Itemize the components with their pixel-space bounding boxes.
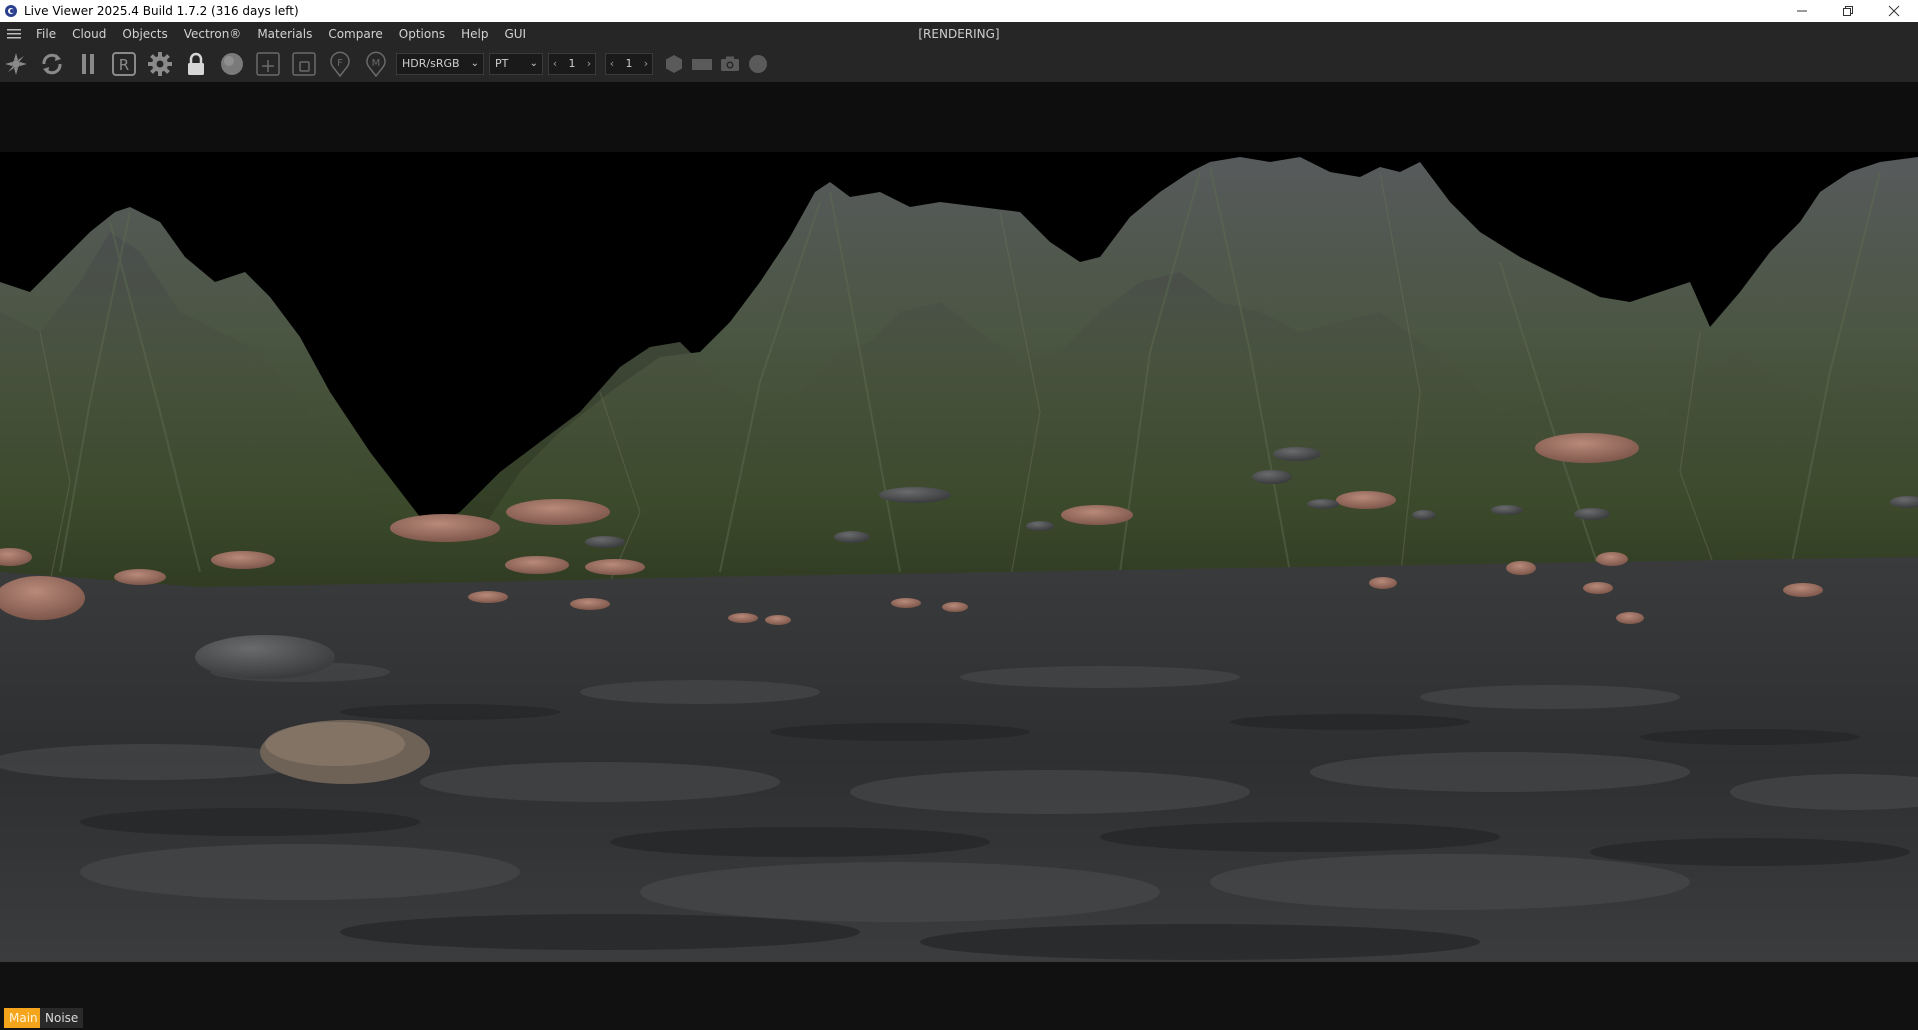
bottom-bar: Main Noise (0, 962, 1918, 1030)
pause-button[interactable] (73, 49, 103, 79)
hamburger-icon (7, 29, 21, 39)
focus-pin-button[interactable]: F (325, 49, 355, 79)
camera-button[interactable] (715, 49, 745, 79)
menu-compare[interactable]: Compare (320, 22, 390, 46)
chevron-right-icon[interactable]: › (583, 54, 595, 74)
hamburger-menu-button[interactable] (0, 22, 28, 46)
lock-icon (188, 52, 204, 75)
lock-button[interactable] (181, 49, 211, 79)
restore-button[interactable] (1826, 0, 1870, 22)
window-title: Live Viewer 2025.4 Build 1.7.2 (316 days… (24, 4, 299, 18)
circle-button[interactable] (743, 49, 773, 79)
settings-button[interactable] (145, 49, 175, 79)
tab-main[interactable]: Main (4, 1008, 43, 1028)
kernel-value: PT (495, 57, 509, 70)
settings-gear-icon (148, 52, 172, 76)
chevron-down-icon: ⌄ (529, 58, 538, 69)
app-logo-icon (5, 5, 17, 17)
minimize-icon (1797, 10, 1807, 12)
sphere-icon (221, 53, 243, 75)
stepper-1-value: 1 (568, 57, 576, 70)
render-image (0, 152, 1918, 962)
chevron-down-icon: ⌄ (470, 58, 479, 69)
spark-button[interactable] (1, 49, 31, 79)
kernel-select[interactable]: PT ⌄ (489, 53, 543, 75)
title-bar: Live Viewer 2025.4 Build 1.7.2 (316 days… (0, 0, 1918, 22)
frame-stepper-1[interactable]: ‹ 1 › (548, 53, 596, 75)
circle-icon (749, 55, 767, 73)
region-frame-icon (292, 52, 316, 76)
menu-help[interactable]: Help (453, 22, 496, 46)
add-frame-icon (256, 52, 280, 76)
menu-gui[interactable]: GUI (496, 22, 534, 46)
restore-icon (1843, 6, 1853, 16)
rectangle-button[interactable] (687, 49, 717, 79)
material-pin-letter: M (372, 58, 381, 69)
spark-icon (5, 53, 27, 75)
render-viewport[interactable] (0, 82, 1918, 962)
render-region-icon: R (112, 52, 136, 76)
focus-pin-icon: F (330, 51, 350, 77)
tab-noise[interactable]: Noise (40, 1008, 84, 1028)
render-region-letter: R (119, 56, 129, 74)
focus-pin-letter: F (337, 58, 343, 69)
material-pin-button[interactable]: M (361, 49, 391, 79)
camera-icon (721, 56, 739, 71)
colorspace-select[interactable]: HDR/sRGB ⌄ (396, 53, 484, 75)
hexagon-icon (666, 55, 682, 73)
material-pin-icon: M (366, 51, 386, 77)
menu-bar: [RENDERING] File Cloud Objects Vectron® … (0, 22, 1918, 46)
refresh-icon (42, 53, 62, 75)
render-region-button[interactable]: R (109, 49, 139, 79)
menu-objects[interactable]: Objects (114, 22, 175, 46)
stepper-2-value: 1 (625, 57, 633, 70)
close-icon (1888, 5, 1900, 17)
menu-file[interactable]: File (28, 22, 64, 46)
menu-cloud[interactable]: Cloud (64, 22, 114, 46)
menu-vectron[interactable]: Vectron® (176, 22, 250, 46)
chevron-right-icon[interactable]: › (640, 54, 652, 74)
refresh-button[interactable] (37, 49, 67, 79)
close-button[interactable] (1872, 0, 1916, 22)
chevron-left-icon[interactable]: ‹ (606, 54, 618, 74)
minimize-button[interactable] (1780, 0, 1824, 22)
pause-icon (82, 54, 94, 74)
hexagon-button[interactable] (659, 49, 689, 79)
chevron-left-icon[interactable]: ‹ (549, 54, 561, 74)
colorspace-value: HDR/sRGB (402, 57, 460, 70)
region-frame-button[interactable] (289, 49, 319, 79)
menu-materials[interactable]: Materials (249, 22, 320, 46)
menu-options[interactable]: Options (391, 22, 453, 46)
sphere-button[interactable] (217, 49, 247, 79)
frame-stepper-2[interactable]: ‹ 1 › (605, 53, 653, 75)
toolbar: R F M HDR/sRGB ⌄ PT ⌄ ‹ 1 › ‹ 1 › (0, 46, 1918, 82)
rectangle-icon (692, 59, 712, 70)
add-frame-button[interactable] (253, 49, 283, 79)
